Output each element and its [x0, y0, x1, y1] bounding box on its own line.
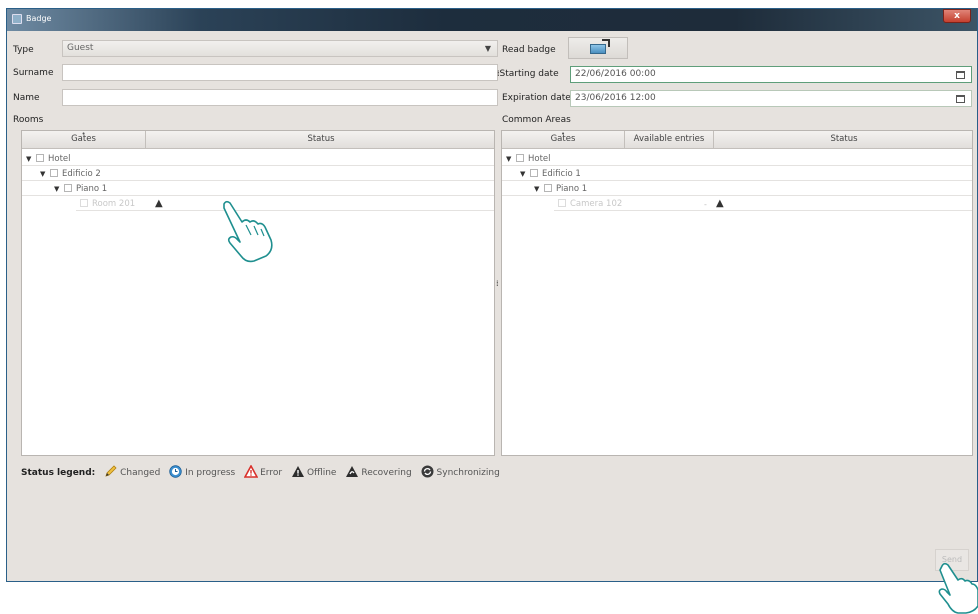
name-label: Name: [13, 93, 40, 103]
pointing-hand-icon: [938, 562, 978, 614]
checkbox[interactable]: [64, 184, 72, 192]
calendar-icon[interactable]: [956, 71, 965, 79]
expand-arrow-icon[interactable]: ▼: [54, 183, 64, 196]
expand-arrow-icon[interactable]: ▼: [506, 153, 516, 166]
read-badge-label: Read badge: [502, 45, 556, 55]
legend-changed-label: Changed: [120, 468, 161, 478]
expiration-date-label: Expiration date: [502, 93, 571, 103]
splitter-handle[interactable]: ⁞: [496, 280, 499, 288]
calendar-icon[interactable]: [956, 95, 965, 103]
starting-date-value: 22/06/2016 00:00: [575, 69, 656, 79]
legend-synchronizing: Synchronizing: [421, 465, 500, 478]
tree-row[interactable]: Room 201: [76, 198, 494, 211]
legend-recovering-label: Recovering: [361, 468, 412, 478]
rooms-section-label: Rooms: [13, 115, 44, 125]
close-button[interactable]: x: [943, 9, 971, 23]
tree-item-label: Room 201: [92, 199, 136, 209]
tree-row[interactable]: ▼ Piano 1: [502, 183, 972, 196]
legend-title: Status legend:: [21, 468, 96, 478]
type-value: Guest: [67, 43, 94, 53]
tree-item-label: Edificio 2: [62, 169, 101, 179]
status-legend: Status legend: Changed In progress Error…: [21, 464, 500, 478]
available-entries-value: -: [704, 200, 707, 209]
surname-label: Surname: [13, 68, 54, 78]
legend-changed: Changed: [104, 465, 160, 478]
starting-date-field[interactable]: 22/06/2016 00:00: [570, 66, 972, 83]
expand-arrow-icon[interactable]: ▼: [26, 153, 36, 166]
app-icon: [12, 14, 22, 24]
checkbox[interactable]: [80, 199, 88, 207]
common-areas-table-header: • Gates Available entries Status: [502, 131, 972, 149]
common-areas-section-label: Common Areas: [502, 115, 571, 125]
offline-warning-icon: [291, 465, 304, 478]
tree-row[interactable]: Camera 102: [554, 198, 972, 211]
badge-window: Badge x Type Guest ▼ Surname Name Rooms …: [6, 8, 978, 582]
checkbox[interactable]: [558, 199, 566, 207]
pointing-hand-icon: [223, 200, 273, 263]
tree-item-label: Hotel: [48, 154, 71, 164]
offline-warning-icon: ▲: [716, 198, 724, 209]
rooms-table-header: • Gates Status: [22, 131, 494, 149]
checkbox[interactable]: [530, 169, 538, 177]
window-title: Badge: [26, 14, 52, 23]
common-col-available-entries[interactable]: Available entries: [625, 131, 714, 148]
sync-icon: [421, 465, 434, 478]
type-select[interactable]: Guest ▼: [62, 40, 498, 57]
tree-row[interactable]: ▼ Edificio 1: [502, 168, 972, 181]
common-areas-table: • Gates Available entries Status ▼ Hotel ▼…: [501, 130, 973, 456]
expiration-date-value: 23/06/2016 12:00: [575, 93, 656, 103]
rooms-table: • Gates Status ▼ Hotel ▼ Edificio 2 ▼ Piano …: [21, 130, 495, 456]
read-badge-button[interactable]: [568, 37, 628, 59]
starting-date-text: Starting date: [499, 69, 559, 79]
legend-error-label: Error: [260, 468, 283, 478]
legend-in-progress: In progress: [169, 465, 235, 478]
common-col-gates[interactable]: • Gates: [502, 131, 625, 148]
checkbox[interactable]: [36, 154, 44, 162]
legend-error: Error: [243, 464, 283, 478]
tree-row[interactable]: ▼ Hotel: [22, 153, 494, 166]
expiration-date-field[interactable]: 23/06/2016 12:00: [570, 90, 972, 107]
legend-recovering: Recovering: [345, 465, 412, 478]
type-label: Type: [13, 45, 34, 55]
tree-row[interactable]: ▼ Hotel: [502, 153, 972, 166]
tree-item-label: Piano 1: [76, 184, 108, 194]
chevron-down-icon[interactable]: ▼: [485, 41, 491, 56]
clock-icon: [169, 465, 182, 478]
checkbox[interactable]: [516, 154, 524, 162]
pencil-icon: [104, 465, 117, 478]
legend-offline-label: Offline: [306, 468, 337, 478]
sort-indicator-icon: •: [561, 130, 566, 138]
title-bar[interactable]: Badge x: [7, 9, 977, 31]
checkbox[interactable]: [544, 184, 552, 192]
badge-card-icon: [590, 44, 606, 54]
tree-item-label: Edificio 1: [542, 169, 581, 179]
tree-item-label: Camera 102: [570, 199, 623, 209]
expand-arrow-icon[interactable]: ▼: [534, 183, 544, 196]
tree-row[interactable]: ▼ Piano 1: [22, 183, 494, 196]
rooms-col-gates[interactable]: • Gates: [22, 131, 146, 148]
legend-synchronizing-label: Synchronizing: [436, 468, 500, 478]
tree-item-label: Piano 1: [556, 184, 588, 194]
surname-field[interactable]: [62, 64, 498, 81]
common-col-status[interactable]: Status: [714, 131, 974, 148]
expand-arrow-icon[interactable]: ▼: [40, 168, 50, 181]
rooms-col-status[interactable]: Status: [146, 131, 496, 148]
tree-row[interactable]: ▼ Edificio 2: [22, 168, 494, 181]
sort-indicator-icon: •: [81, 130, 86, 138]
tree-item-label: Hotel: [528, 154, 551, 164]
error-triangle-icon: [243, 464, 259, 478]
recovering-icon: [345, 465, 359, 478]
checkbox[interactable]: [50, 169, 58, 177]
starting-date-label: ⁞Starting date: [497, 69, 559, 79]
legend-offline: Offline: [291, 465, 337, 478]
name-field[interactable]: [62, 89, 498, 106]
offline-warning-icon: ▲: [155, 198, 163, 209]
expand-arrow-icon[interactable]: ▼: [520, 168, 530, 181]
legend-in-progress-label: In progress: [185, 468, 236, 478]
